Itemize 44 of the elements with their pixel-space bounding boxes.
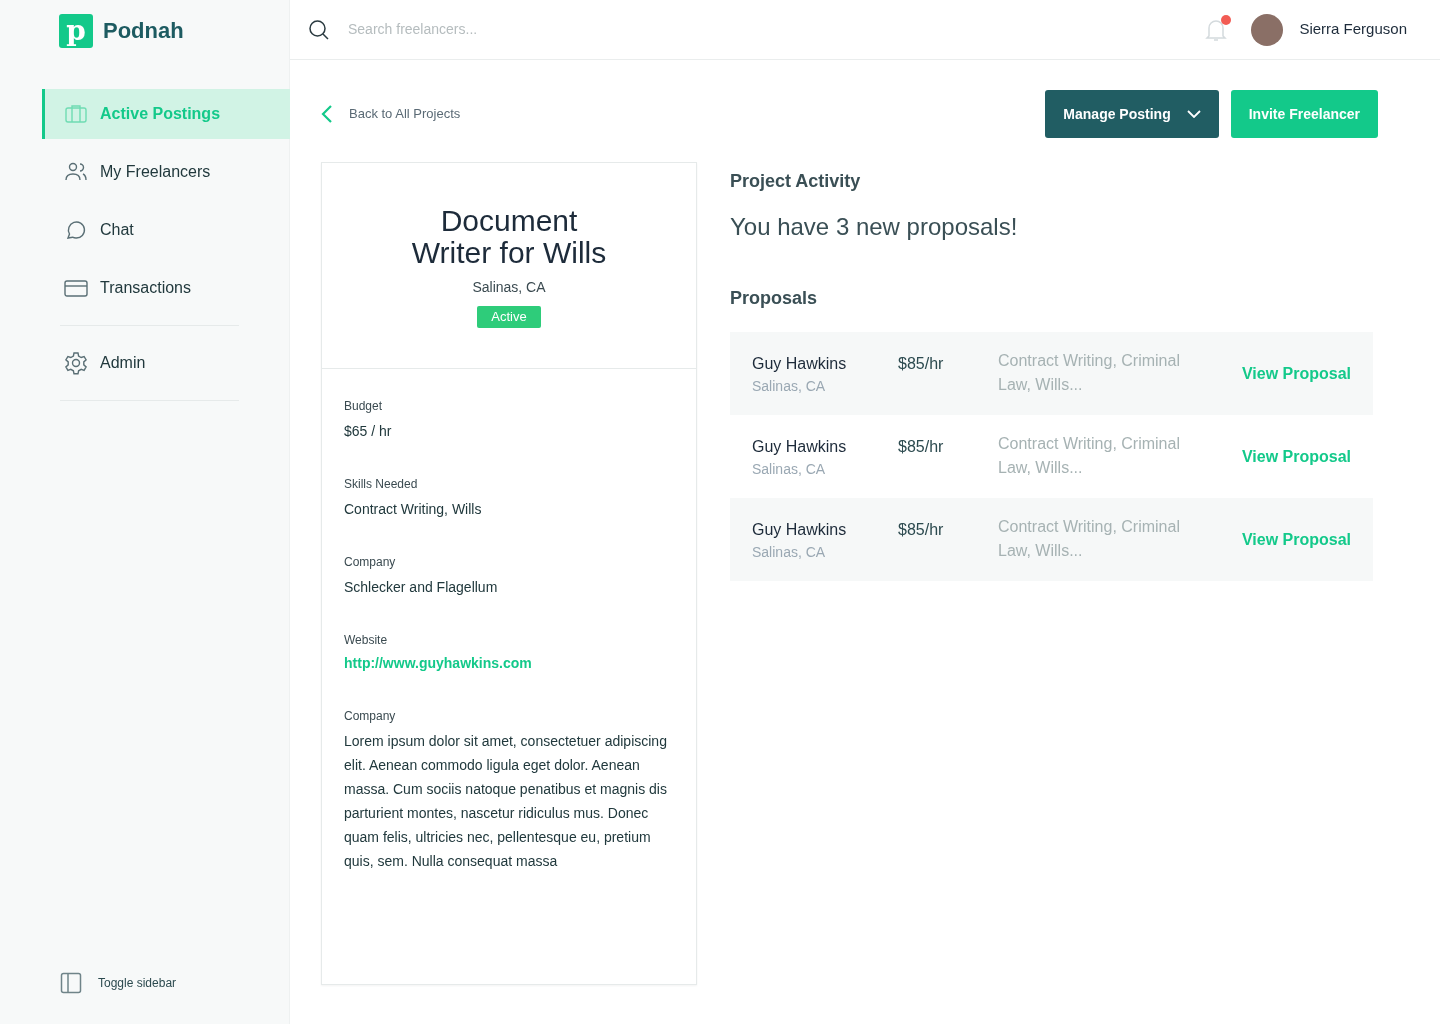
- freelancer-location: Salinas, CA: [752, 460, 827, 479]
- field-label: Website: [344, 632, 389, 649]
- hourly-rate: $85/hr: [898, 520, 945, 540]
- sidebar-toggle-icon: [60, 972, 82, 994]
- field-label: Budget: [344, 398, 384, 415]
- sidebar-item[interactable]: Chat: [42, 205, 290, 255]
- project-title: Document Writer for Wills: [410, 205, 608, 269]
- proposals-message: You have 3 new proposals!: [730, 212, 1019, 242]
- skills-list: Contract Writing, Criminal Law, Wills...: [998, 432, 1198, 480]
- freelancer-location: Salinas, CA: [752, 543, 827, 562]
- sidebar-item[interactable]: My Freelancers: [42, 147, 290, 197]
- caret-icon: [1186, 110, 1201, 118]
- field-label: Skills Needed: [344, 476, 419, 493]
- sidebar-item[interactable]: Transactions: [42, 263, 290, 313]
- field-value: Schlecker and Flagellum: [344, 578, 498, 597]
- field-label: Company: [344, 554, 397, 571]
- search-icon: [308, 18, 330, 41]
- briefcase-icon: [64, 102, 88, 126]
- field-value: $65 / hr: [344, 422, 392, 441]
- hourly-rate: $85/hr: [898, 354, 945, 374]
- field-value: Contract Writing, Wills: [344, 500, 482, 519]
- field-label: Company: [344, 708, 397, 725]
- hourly-rate: $85/hr: [898, 437, 945, 457]
- freelancer-name: Guy Hawkins: [752, 354, 848, 374]
- manage-posting-button[interactable]: Manage Posting: [1045, 90, 1219, 138]
- avatar[interactable]: [1251, 13, 1284, 46]
- section-heading: Proposals: [730, 287, 819, 310]
- freelancer-name: Guy Hawkins: [752, 437, 848, 457]
- status-badge: Active: [477, 306, 541, 328]
- logo-icon: p: [59, 14, 93, 48]
- skills-list: Contract Writing, Criminal Law, Wills...: [998, 515, 1198, 563]
- freelancer-name: Guy Hawkins: [752, 520, 848, 540]
- skills-list: Contract Writing, Criminal Law, Wills...: [998, 349, 1198, 397]
- sidebar-item[interactable]: Admin: [42, 338, 240, 388]
- speech-bubble-icon: [64, 218, 88, 242]
- brand-name: Podnah: [103, 17, 184, 45]
- freelancer-location: Salinas, CA: [752, 377, 827, 396]
- section-heading: Project Activity: [730, 170, 862, 193]
- toggle-sidebar-button[interactable]: Toggle sidebar: [60, 972, 177, 994]
- project-location: Salinas, CA: [471, 278, 547, 297]
- settings-icon: [64, 351, 88, 375]
- user-name: Sierra Ferguson: [1299, 19, 1407, 40]
- field-value: Lorem ipsum dolor sit amet, consectetuer adipiscing elit. Aenean commodo ligula eget dolor. Aenean massa. Cum sociis natoque penatibus et magnis dis parturient montes, nascetur ridiculus mus. Donec quam felis, ultricies nec, pellentesque eu, pretium quis, sem. Nulla consequat massa: [344, 732, 668, 871]
- back-link[interactable]: Back to All Projects: [321, 104, 461, 124]
